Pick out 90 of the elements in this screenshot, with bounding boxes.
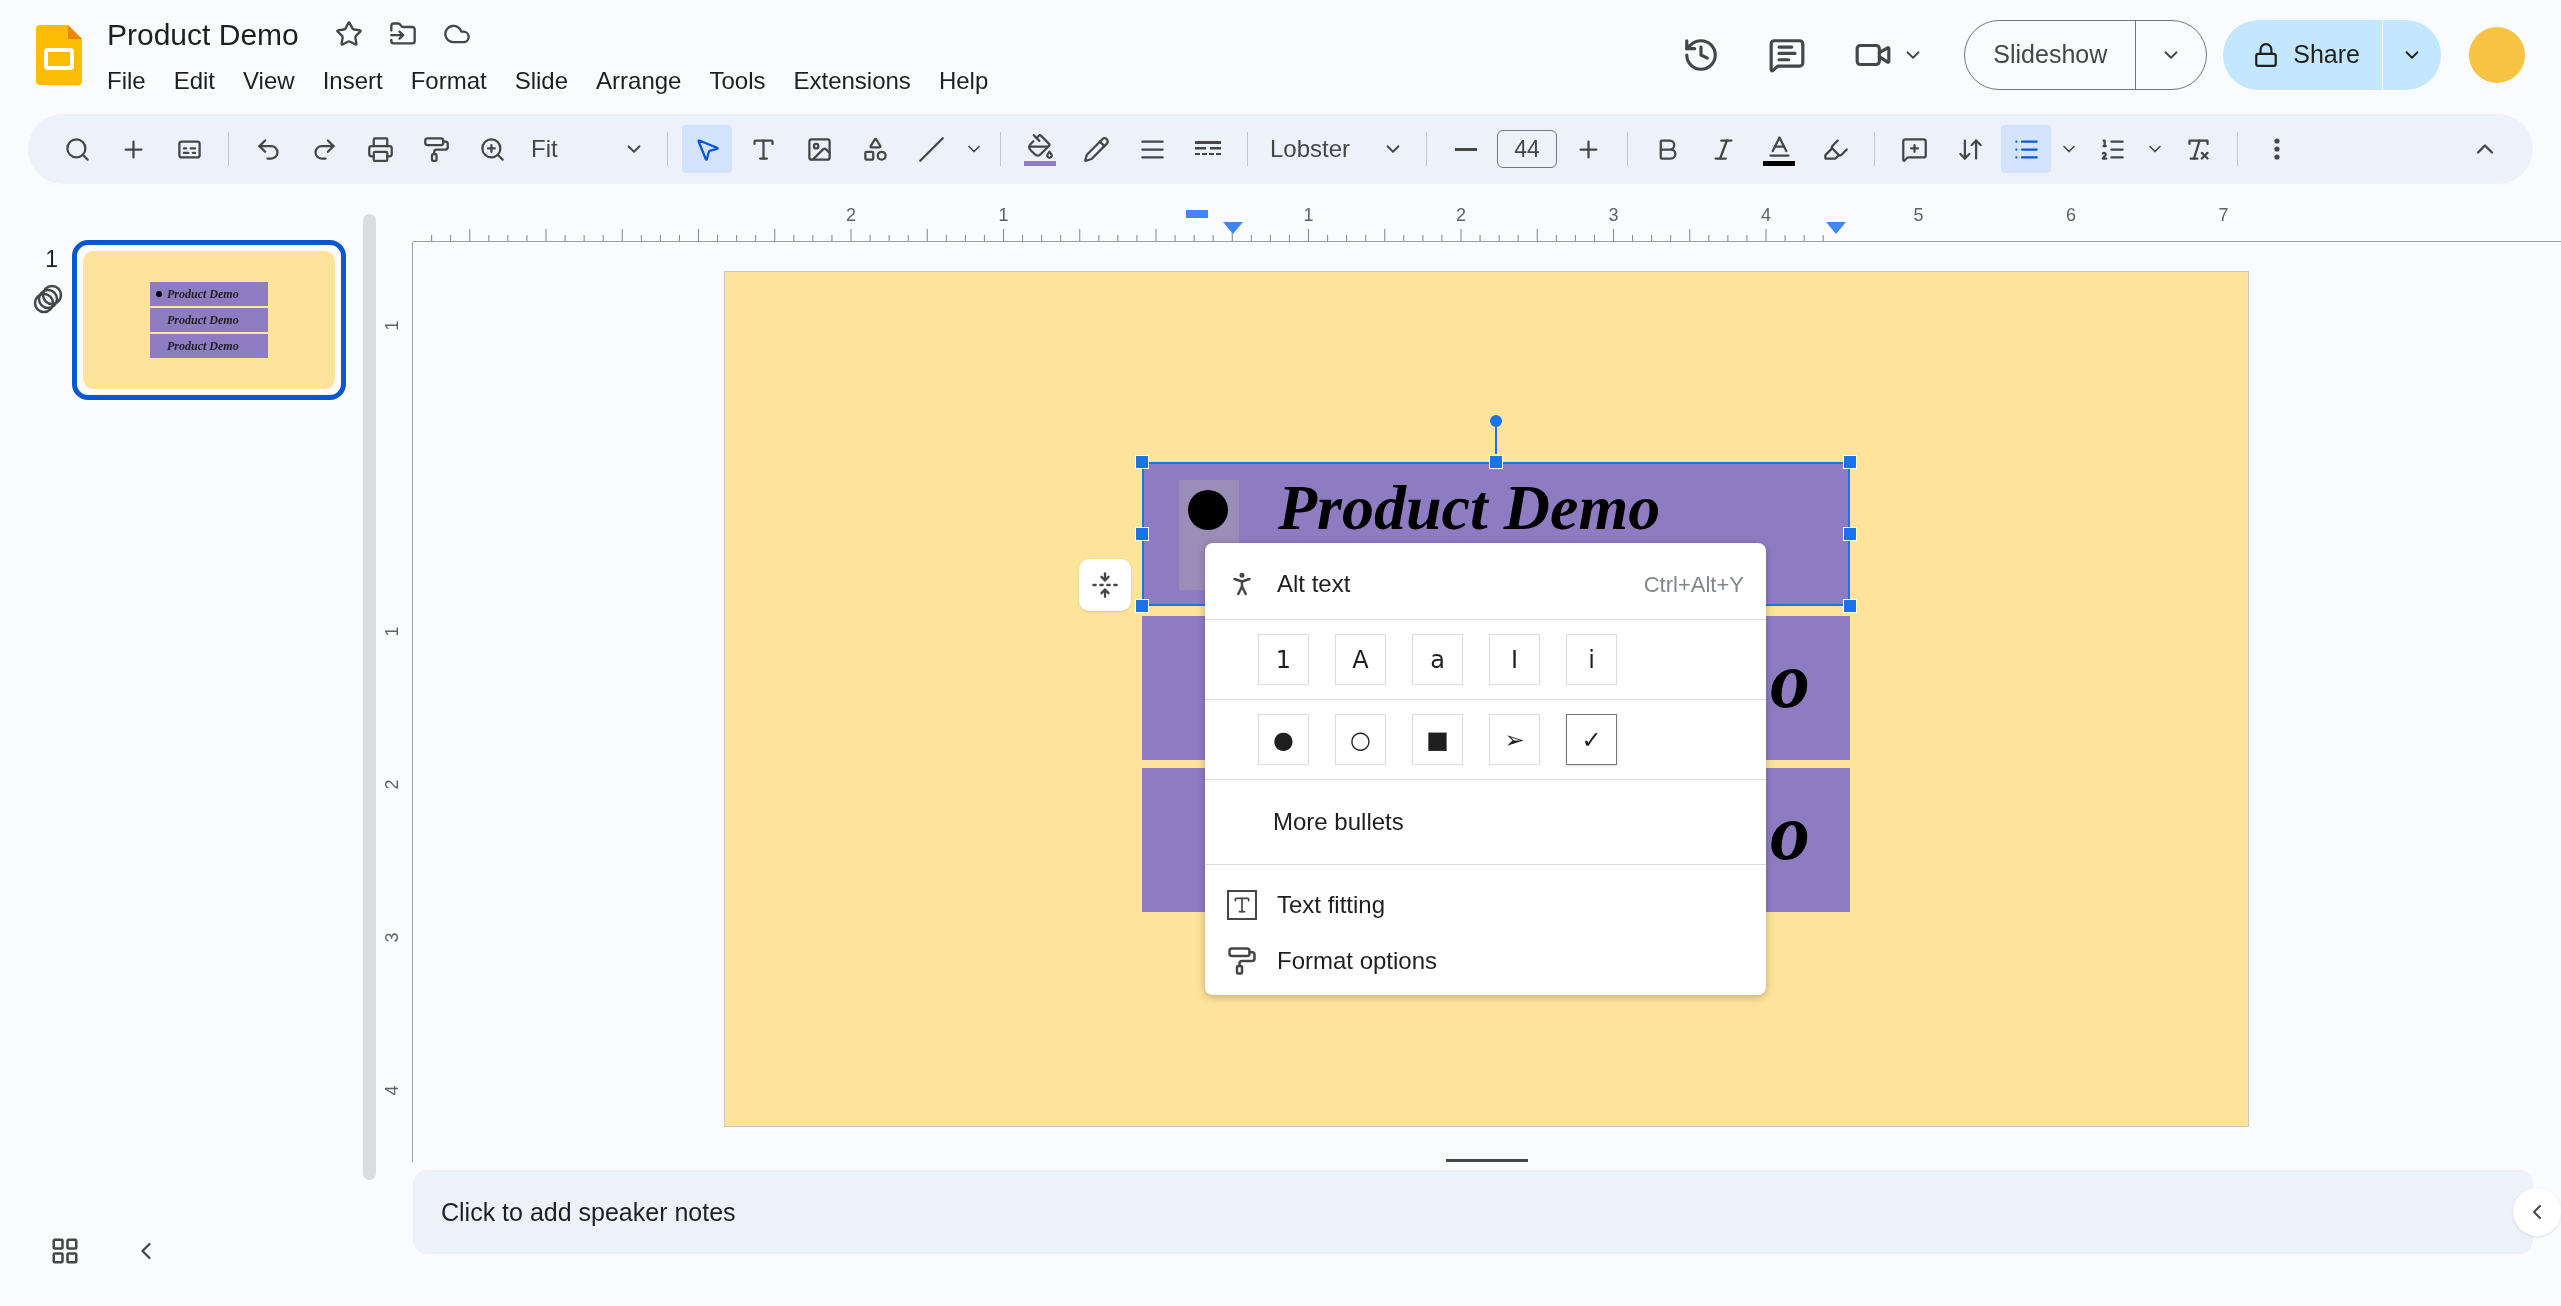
line-icon — [917, 135, 945, 163]
bullet-option[interactable]: ○ — [1335, 714, 1386, 765]
bullet-option[interactable]: ● — [1258, 714, 1309, 765]
paint-roller-icon — [422, 135, 450, 163]
pencil-icon — [1082, 135, 1110, 163]
print-icon — [366, 135, 394, 163]
resize-handle[interactable] — [1843, 527, 1857, 541]
resize-handle[interactable] — [1135, 599, 1149, 613]
image-icon — [805, 135, 833, 163]
shapes-icon — [861, 135, 889, 163]
menu-item[interactable]: Extensions — [793, 62, 911, 99]
ruler-label: 1 — [1303, 204, 1314, 227]
resize-handle[interactable] — [1489, 455, 1503, 469]
color-bar — [1763, 160, 1795, 166]
menu-item[interactable]: File — [107, 62, 146, 99]
resize-handle[interactable] — [1135, 455, 1149, 469]
ruler-label: 5 — [1913, 204, 1924, 227]
font-size-field[interactable]: 44 — [1497, 130, 1557, 168]
slide-number: 1 — [45, 245, 58, 274]
resize-handle[interactable] — [1843, 455, 1857, 469]
speaker-notes-field[interactable]: Click to add speaker notes — [413, 1170, 2533, 1254]
add-comment-icon — [1900, 135, 1928, 163]
minus-icon — [1455, 147, 1477, 151]
star-icon[interactable] — [334, 20, 363, 48]
numbering-option[interactable]: I — [1489, 634, 1540, 685]
pointer-button[interactable] — [682, 125, 732, 173]
ruler-label: 2 — [846, 204, 856, 227]
ruler-label: 4 — [1761, 204, 1771, 227]
font-dropdown[interactable]: Lobster — [1262, 125, 1412, 173]
menu-item[interactable]: Insert — [322, 62, 383, 99]
slide-text[interactable]: o — [1770, 640, 1810, 720]
ruler-label: 4 — [380, 1085, 403, 1096]
lock-icon — [2253, 42, 2280, 68]
bulleted-list-button[interactable] — [2001, 125, 2051, 173]
numbering-option[interactable]: a — [1412, 634, 1463, 685]
thumbnail-text-box: Product Demo — [150, 308, 268, 332]
vertical-align-icon — [1091, 571, 1119, 599]
ruler-label: 6 — [2066, 204, 2076, 227]
ruler-label: 1 — [380, 626, 403, 637]
ruler-label: 2 — [380, 779, 403, 790]
dashes-icon — [1195, 141, 1221, 157]
slide-text[interactable]: o — [1770, 792, 1810, 872]
bullet-option[interactable]: ■ — [1412, 714, 1463, 765]
menu-item[interactable]: Arrange — [596, 62, 682, 99]
indent-marker[interactable] — [1223, 222, 1243, 234]
bullet-option[interactable]: ➢ — [1489, 714, 1540, 765]
text-fitting-item[interactable]: Text fitting — [1205, 877, 1766, 933]
numbering-option[interactable]: 1 — [1258, 634, 1309, 685]
menu-item[interactable]: View — [243, 62, 295, 99]
menu-item[interactable]: Tools — [709, 62, 766, 99]
slide-thumbnail[interactable]: Product Demo Product Demo Product Demo — [72, 240, 346, 400]
ruler-label: 1 — [380, 320, 403, 331]
ruler-label: 2 — [1456, 204, 1466, 227]
menu-item[interactable]: Edit — [173, 62, 216, 99]
format-options-item[interactable]: Format options — [1205, 933, 1766, 989]
color-bar — [1024, 160, 1056, 166]
ruler-label: 3 — [380, 932, 403, 943]
menu-item[interactable]: Slide — [514, 62, 569, 99]
document-title[interactable]: Product Demo — [107, 11, 299, 57]
zoom-icon — [478, 135, 506, 163]
vertical-align-button[interactable] — [1079, 559, 1131, 611]
comments-icon[interactable] — [1768, 36, 1807, 74]
search-icon — [63, 135, 91, 163]
slides-logo[interactable] — [36, 25, 82, 85]
paint-roller-icon — [1227, 946, 1257, 976]
move-folder-icon[interactable] — [388, 20, 417, 48]
rotate-handle[interactable] — [1489, 414, 1503, 454]
indent-marker[interactable] — [1186, 210, 1208, 218]
indent-marker[interactable] — [1826, 222, 1846, 234]
paint-bucket-icon — [1026, 132, 1054, 160]
ruler-label: 1 — [998, 204, 1009, 227]
numbering-option[interactable]: i — [1566, 634, 1617, 685]
grid-view-icon[interactable] — [50, 1236, 80, 1266]
ruler-label: 7 — [2218, 204, 2229, 227]
ruler-label: 3 — [1608, 204, 1619, 227]
notes-resize-handle[interactable] — [1446, 1159, 1528, 1162]
slide-text[interactable]: Product Demo — [1278, 476, 1661, 540]
menu-item[interactable]: Format — [410, 62, 487, 99]
resize-handle[interactable] — [1843, 599, 1857, 613]
resize-handle[interactable] — [1135, 527, 1149, 541]
more-icon — [2274, 138, 2280, 160]
scrollbar[interactable] — [363, 214, 376, 1180]
numbering-option[interactable]: A — [1335, 634, 1386, 685]
thumbnail-text-box: Product Demo — [150, 334, 268, 358]
menu-item[interactable]: Help — [938, 62, 989, 99]
thumbnail-text-box: Product Demo — [150, 282, 268, 306]
bullet-option[interactable]: ✓ — [1566, 714, 1617, 765]
transition-icon[interactable] — [32, 282, 64, 315]
more-bullets-item[interactable]: More bullets — [1205, 780, 1766, 864]
zoom-dropdown[interactable]: Fit — [523, 125, 653, 173]
